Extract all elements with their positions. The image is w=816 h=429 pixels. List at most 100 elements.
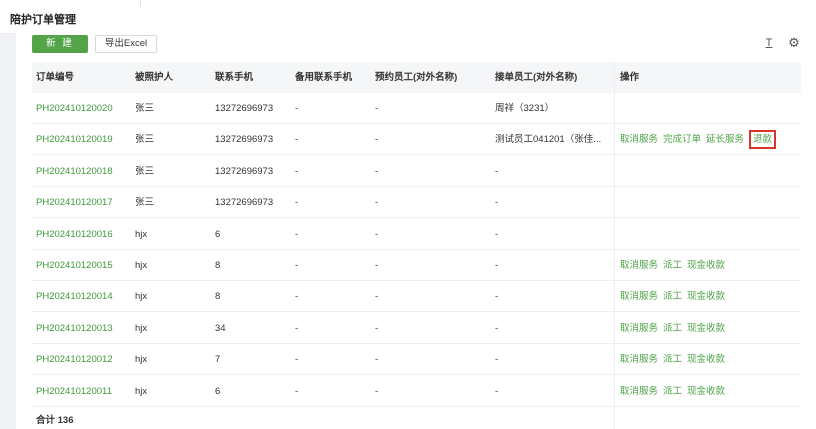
patient-name: 张三 [135,197,155,209]
reserved-staff: - [375,354,379,366]
patient-name: 张三 [135,165,155,177]
action-link[interactable]: 派工 [663,386,682,397]
reserved-staff: - [375,134,379,146]
table-row: PH202410120012 hjx 7 - - - 取消服务 派工 现金收款 [32,344,801,376]
action-link[interactable]: 取消服务 [620,134,658,145]
patient-name: hjx [135,385,148,397]
text-size-icon[interactable]: T [761,34,777,52]
backup-phone: - [295,103,299,114]
col-backup-phone[interactable]: 备用联系手机 [295,62,373,93]
backup-phone: - [295,165,299,177]
order-number[interactable]: PH202410120011 [36,376,134,407]
backup-phone: - [295,134,299,146]
patient-name: hjx [135,322,148,334]
backup-phone: - [295,228,299,240]
table-row: PH202410120018 张三 13272696973 - - - [32,156,801,187]
total-count: 合计 136 [36,415,74,426]
accepted-staff: - [495,322,499,334]
action-link[interactable]: 取消服务 [620,386,658,397]
contact-phone: 7 [215,354,221,366]
table-row: PH202410120015 hjx 8 - - - 取消服务 派工 现金收款 [32,250,801,281]
table-row: PH202410120019 张三 13272696973 - - 测试员工041201（… [32,124,801,156]
order-number[interactable]: PH202410120018 [36,156,134,187]
row-actions [620,187,801,218]
order-number[interactable]: PH202410120019 [36,124,134,155]
toolbar: 新 建 导出Excel T ⚙ [16,30,816,62]
patient-name: hjx [135,291,148,303]
accepted-staff: - [495,260,499,271]
page-title: 陪护订单管理 [10,14,76,26]
contact-phone: 13272696973 [215,134,274,146]
action-link[interactable]: 取消服务 [620,260,658,271]
table-row: PH202410120011 hjx 6 - - - 取消服务 派工 现金收款 [32,376,801,407]
row-actions: 取消服务 派工 现金收款 [620,376,801,407]
action-link[interactable]: 派工 [663,323,682,334]
table-header: 订单编号 被照护人 联系手机 备用联系手机 预约员工(对外名称) 接单员工(对外… [32,62,801,93]
patient-name: hjx [135,260,148,271]
contact-phone: 6 [215,228,221,240]
orders-table: 订单编号 被照护人 联系手机 备用联系手机 预约员工(对外名称) 接单员工(对外… [32,62,801,429]
reserved-staff: - [375,228,379,240]
action-link[interactable]: 现金收款 [687,386,725,397]
action-link[interactable]: 完成订单 [663,134,701,145]
col-order-no[interactable]: 订单编号 [36,62,134,93]
row-actions: 取消服务 完成订单 延长服务 退款 [620,124,801,155]
table-row: PH202410120013 hjx 34 - - - 取消服务 派工 现金收款 [32,313,801,344]
row-actions [620,93,801,124]
action-link[interactable]: 现金收款 [687,260,725,271]
reserved-staff: - [375,260,379,271]
export-excel-button[interactable]: 导出Excel [95,35,157,53]
backup-phone: - [295,291,299,303]
action-link[interactable]: 现金收款 [687,323,725,334]
backup-phone: - [295,385,299,397]
action-link[interactable]: 现金收款 [687,354,725,365]
accepted-staff: - [495,354,499,366]
patient-name: hjx [135,228,148,240]
refund-action-link[interactable]: 退款 [749,130,777,150]
col-phone[interactable]: 联系手机 [215,62,293,93]
tab-divider [140,0,141,6]
reserved-staff: - [375,322,379,334]
accepted-staff: - [495,385,499,397]
patient-name: hjx [135,354,148,366]
order-number[interactable]: PH202410120014 [36,281,134,312]
table-row: PH202410120014 hjx 8 - - - 取消服务 派工 现金收款 [32,281,801,313]
row-actions: 取消服务 派工 现金收款 [620,313,801,344]
backup-phone: - [295,354,299,366]
col-actions: 操作 [620,72,640,83]
gear-icon[interactable]: ⚙ [786,34,802,52]
action-link[interactable]: 取消服务 [620,291,658,302]
reserved-staff: - [375,385,379,397]
contact-phone: 8 [215,260,221,271]
order-number[interactable]: PH202410120017 [36,187,134,218]
col-reserved-staff[interactable]: 预约员工(对外名称) [375,62,493,93]
orders-panel: 新 建 导出Excel T ⚙ 订单编号 被照护人 联系手机 备用联系手机 预约… [16,30,816,429]
action-link[interactable]: 延长服务 [706,134,744,145]
action-link[interactable]: 现金收款 [687,291,725,302]
table-row: PH202410120017 张三 13272696973 - - - [32,187,801,219]
col-accepted-staff[interactable]: 接单员工(对外名称) [495,62,605,93]
patient-name: 张三 [135,103,155,114]
accepted-staff: - [495,228,499,240]
col-patient[interactable]: 被照护人 [135,62,213,93]
table-row: PH202410120016 hjx 6 - - - [32,219,801,250]
row-actions: 取消服务 派工 现金收款 [620,344,801,375]
row-actions [620,219,801,250]
reserved-staff: - [375,197,379,209]
backup-phone: - [295,322,299,334]
action-link[interactable]: 派工 [663,354,682,365]
order-number[interactable]: PH202410120020 [36,93,134,124]
action-link[interactable]: 派工 [663,291,682,302]
order-number[interactable]: PH202410120012 [36,344,134,375]
action-link[interactable]: 取消服务 [620,323,658,334]
page-header: 陪护订单管理 [0,0,816,34]
action-link[interactable]: 取消服务 [620,354,658,365]
new-order-button[interactable]: 新 建 [32,35,88,53]
order-number[interactable]: PH202410120016 [36,219,134,250]
patient-name: 张三 [135,134,155,146]
order-number[interactable]: PH202410120015 [36,250,134,281]
action-link[interactable]: 派工 [663,260,682,271]
order-number[interactable]: PH202410120013 [36,313,134,344]
contact-phone: 6 [215,385,221,397]
backup-phone: - [295,197,299,209]
